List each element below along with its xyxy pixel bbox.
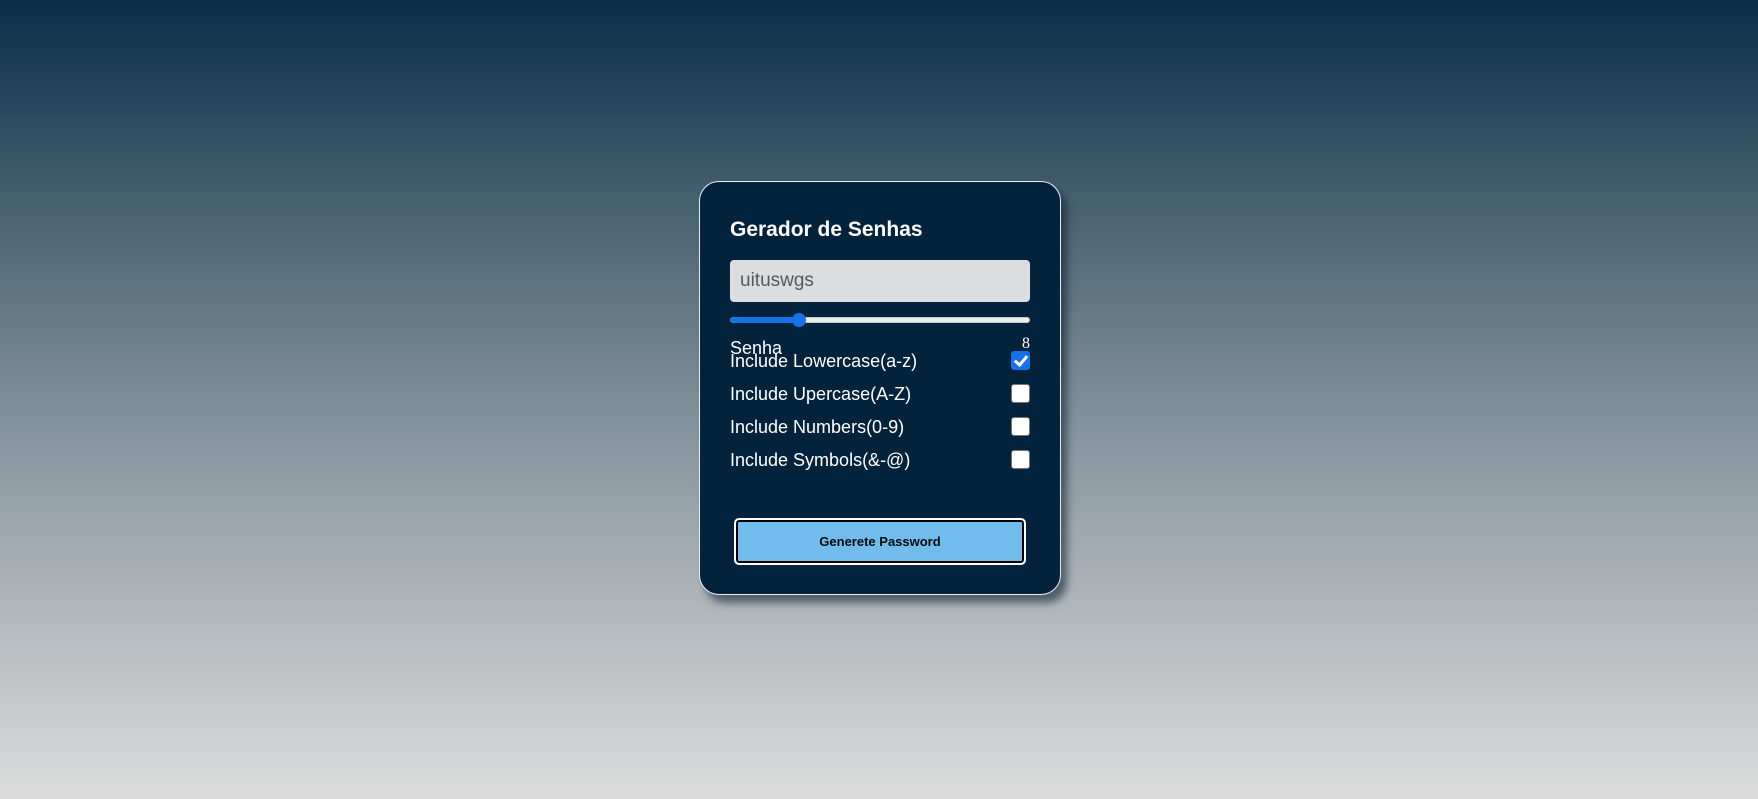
- option-symbols: Include Symbols(&-@): [730, 448, 1030, 472]
- length-slider[interactable]: [730, 313, 1030, 327]
- option-uppercase-checkbox[interactable]: [1011, 384, 1030, 403]
- password-output-field[interactable]: [730, 260, 1030, 302]
- option-numbers-checkbox[interactable]: [1011, 417, 1030, 436]
- option-uppercase-label: Include Upercase(A-Z): [730, 384, 912, 404]
- length-slider-fill: [730, 317, 799, 323]
- length-slider-thumb[interactable]: [792, 313, 806, 327]
- option-symbols-checkbox[interactable]: [1011, 450, 1030, 469]
- option-lowercase-label: Include Lowercase(a-z): [730, 351, 918, 371]
- option-lowercase-checkbox[interactable]: [1011, 351, 1030, 370]
- option-numbers: Include Numbers(0-9): [730, 415, 1030, 439]
- option-uppercase: Include Upercase(A-Z): [730, 382, 1030, 406]
- password-generator-card: Gerador de Senhas Senha 8 Include Lowerc…: [699, 181, 1061, 595]
- option-lowercase: Include Lowercase(a-z): [730, 349, 1030, 373]
- page-title: Gerador de Senhas: [730, 218, 923, 241]
- option-numbers-label: Include Numbers(0-9): [730, 417, 905, 437]
- option-symbols-label: Include Symbols(&-@): [730, 450, 911, 470]
- generate-password-button[interactable]: Generete Password: [735, 519, 1025, 564]
